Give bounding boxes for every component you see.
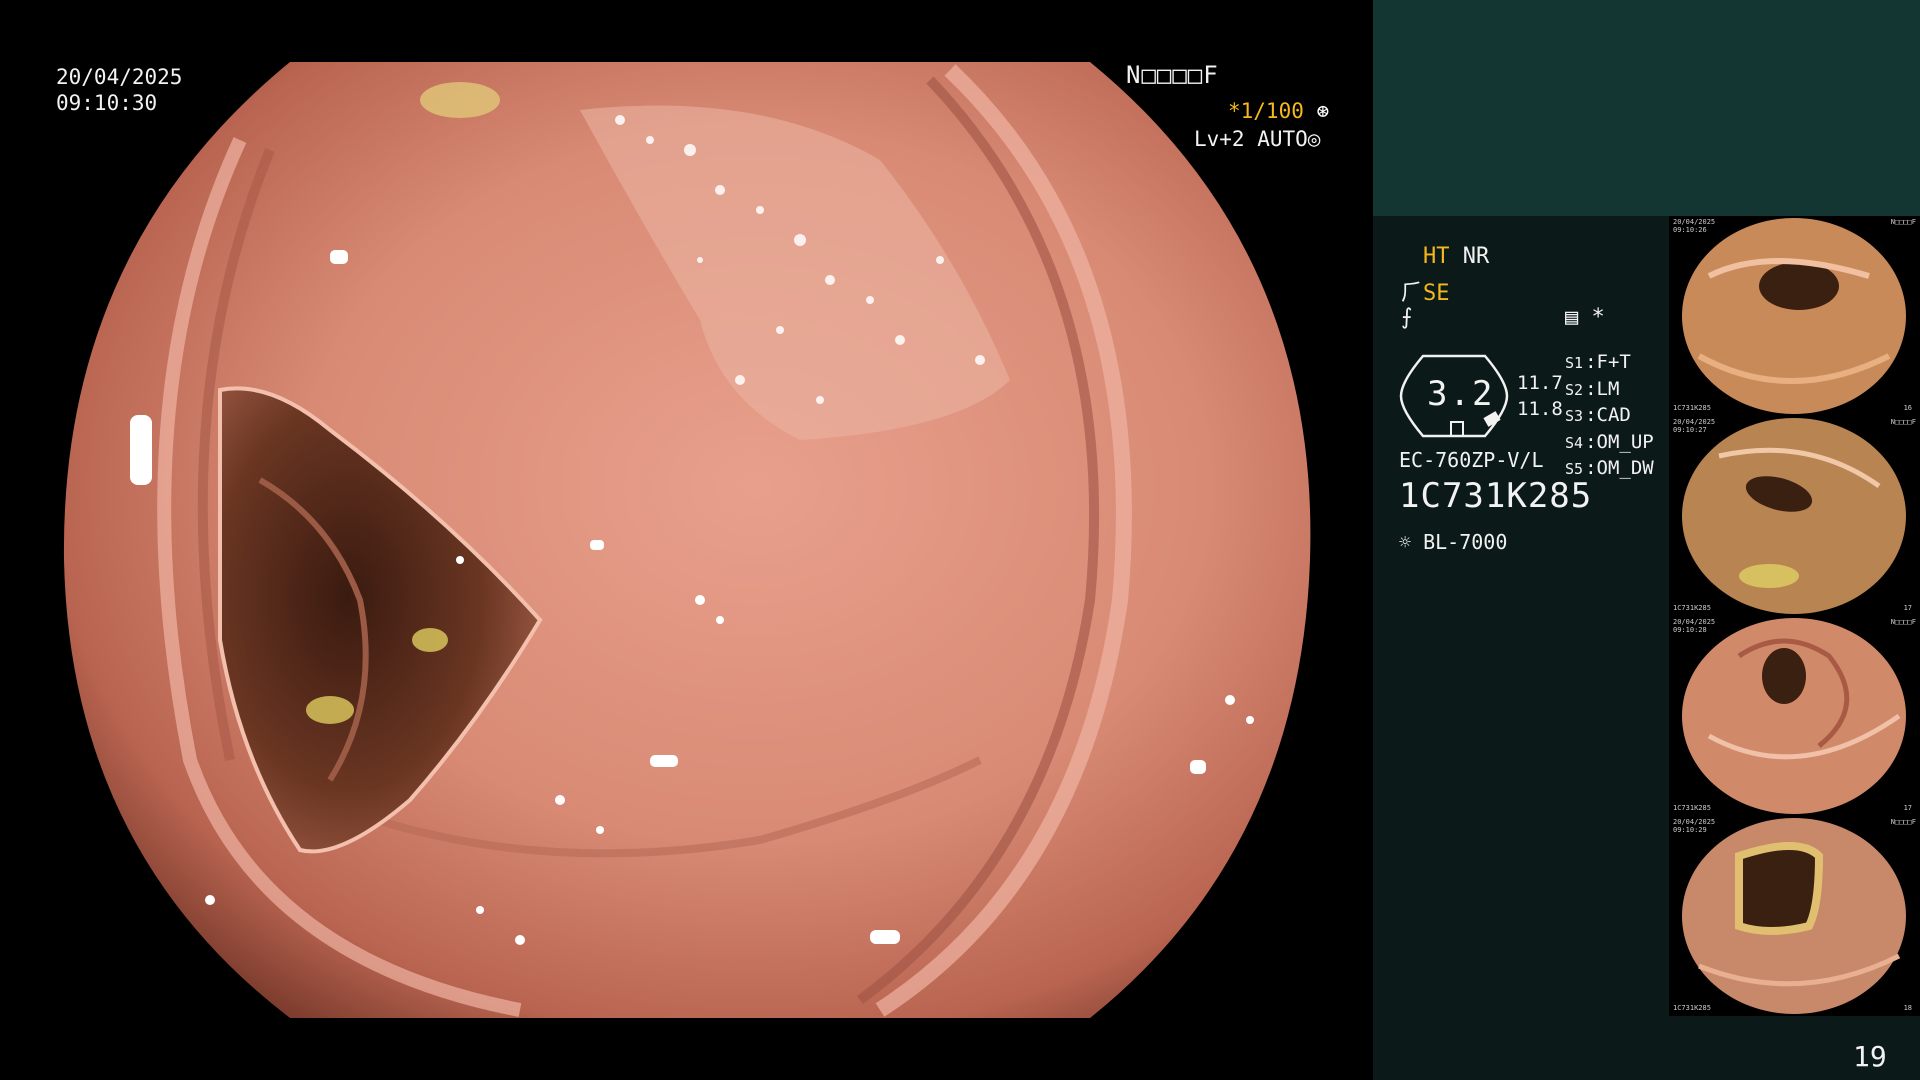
capture-date: 20/04/2025 [56,65,183,89]
scope-serial: 1C731K285 [1399,476,1593,516]
thumbnail-image [1682,218,1906,414]
level-1: 11.7 [1517,372,1563,394]
thumbnail-number: 17 [1903,604,1912,612]
endoscope-image [63,62,1311,1018]
asterisk-label: * [1591,305,1605,330]
iris-value: Lv+2 AUTO [1194,127,1308,151]
thumbnail-number: 17 [1903,804,1912,812]
thumbnail-id: N□□□□F [1890,218,1916,226]
thumbnail-datetime: 20/04/2025 09:10:29 [1673,818,1716,834]
iris-mode: Lv+2 AUTO◎ [1194,126,1320,152]
thumbnail-image [1682,818,1906,1014]
aperture-icon: ⊛ [1303,99,1330,123]
shutter-value: *1/100 [1228,99,1304,123]
patient-id: N□□□□F [1126,61,1219,89]
capture-datetime: 20/04/2025 09:10:30 [56,64,182,116]
thumbnail-image [1682,418,1906,614]
light-source: ☼ BL-7000 [1399,530,1507,554]
panel-header-area [1373,0,1920,216]
level-2: 11.8 [1517,398,1563,420]
scope-switch-2: S2:LM [1565,377,1620,400]
scope-switch-4: S4:OM_UP [1565,430,1654,453]
thumbnail-serial: 1C731K285 [1673,804,1711,812]
thumbnail-datetime: 20/04/2025 09:10:28 [1673,618,1716,634]
thumbnail-datetime: 20/04/2025 09:10:26 [1673,218,1716,234]
thumbnail-image [1682,618,1906,814]
page-number: 19 [1853,1040,1887,1073]
thumbnail-serial: 1C731K285 [1673,404,1711,412]
thumbnail-id: N□□□□F [1890,818,1916,826]
structure-row: ⺁SE [1401,275,1450,307]
thumbnail-3[interactable]: 20/04/2025 09:10:28 N□□□□F 1C731K285 17 [1669,616,1920,816]
endoscope-view: 20/04/2025 09:10:30 N□□□□F *1/100 ⊛ Lv+2… [0,0,1373,1080]
nr-label: NR [1462,244,1490,269]
ht-label: HT [1423,244,1450,269]
thumbnail-2[interactable]: 20/04/2025 09:10:27 N□□□□F 1C731K285 17 [1669,416,1920,616]
se-label: SE [1423,281,1450,306]
color-enhance-icon: ⨍ [1401,305,1413,330]
thumbnail-serial: 1C731K285 [1673,604,1711,612]
iris-icon: ◎ [1307,127,1321,151]
thumbnail-datetime: 20/04/2025 09:10:27 [1673,418,1716,434]
scope-model: EC-760ZP-V/L [1399,448,1544,472]
image-mode-row: HT NR [1423,244,1489,269]
thumbnail-id: N□□□□F [1890,618,1916,626]
memo-icon: ▤ [1565,305,1579,330]
scope-switch-1: S1:F+T [1565,351,1631,373]
light-source-icon: ☼ [1399,530,1412,554]
thumbnail-4[interactable]: 20/04/2025 09:10:29 N□□□□F 1C731K285 18 [1669,816,1920,1016]
structure-enhance-icon: ⺁ [1401,281,1424,306]
scope-switch-list: S1:F+T S2:LM S3:CAD S4:OM_UP S5:OM_DW [1565,350,1654,483]
thumbnail-1[interactable]: 20/04/2025 09:10:26 N□□□□F 1C731K285 16 [1669,216,1920,416]
thumbnail-number: 18 [1903,1004,1912,1012]
scope-switch-3: S3:CAD [1565,404,1631,426]
capture-time: 09:10:30 [56,91,158,115]
thumbnail-number: 16 [1903,404,1912,412]
zoom-value: 3.2 [1427,374,1495,414]
shutter-speed: *1/100 ⊛ [1228,98,1373,124]
thumbnail-id: N□□□□F [1890,418,1916,426]
memo-row: ▤ * [1565,305,1605,330]
light-source-label: BL-7000 [1423,530,1508,554]
thumbnail-serial: 1C731K285 [1673,1004,1711,1012]
